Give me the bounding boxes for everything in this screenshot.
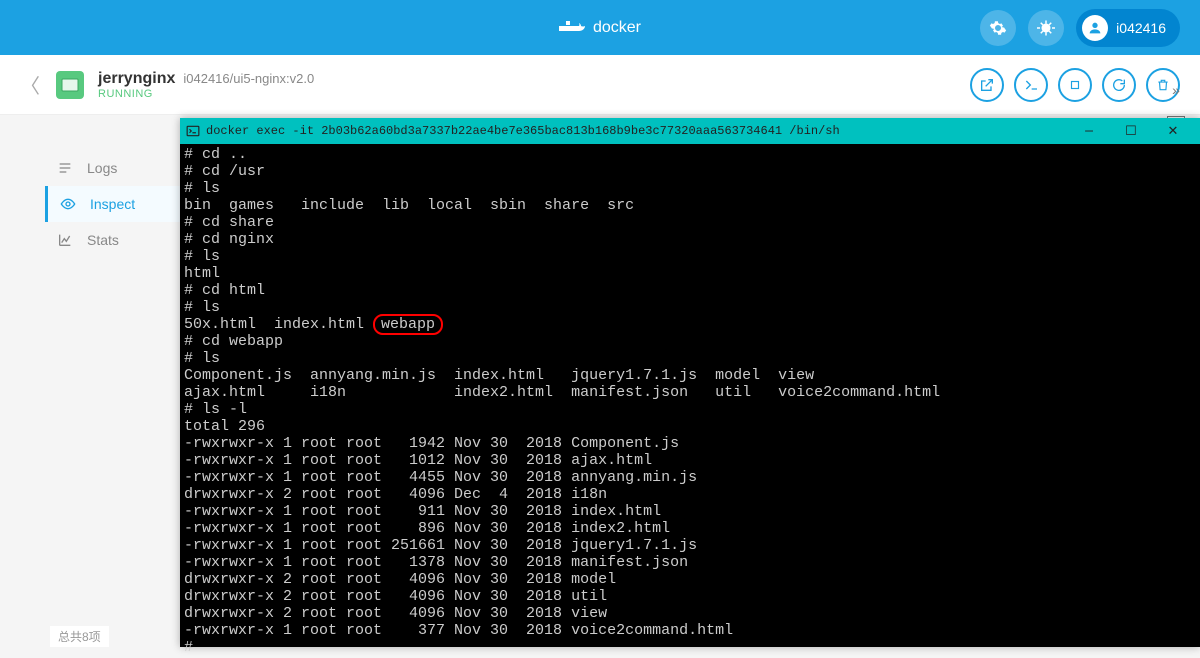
terminal-maximize-button[interactable]: ☐ (1110, 124, 1152, 139)
container-header: 〈 jerrynginx i042416/ui5-nginx:v2.0 RUNN… (0, 55, 1200, 115)
restart-button[interactable] (1102, 68, 1136, 102)
term-line: -rwxrwxr-x 1 root root 1378 Nov 30 2018 … (184, 554, 688, 571)
stop-button[interactable] (1058, 68, 1092, 102)
term-line: -rwxrwxr-x 1 root root 896 Nov 30 2018 i… (184, 520, 670, 537)
term-line: drwxrwxr-x 2 root root 4096 Nov 30 2018 … (184, 605, 607, 622)
terminal-window-controls: ─ ☐ ✕ (1068, 124, 1194, 139)
avatar-icon (1082, 15, 1108, 41)
docker-header: docker i042416 (0, 0, 1200, 55)
open-browser-button[interactable] (970, 68, 1004, 102)
eye-icon (60, 196, 76, 212)
header-actions: i042416 (980, 9, 1180, 47)
term-line: total 296 (184, 418, 265, 435)
cli-button[interactable] (1014, 68, 1048, 102)
status-bar-text: 总共8项 (50, 626, 109, 647)
highlighted-webapp: webapp (373, 314, 443, 335)
brand: docker (559, 18, 641, 38)
container-name: jerrynginx (98, 70, 175, 88)
terminal-window: docker exec -it 2b03b62a60bd3a7337b22ae4… (180, 118, 1200, 647)
nav-stats[interactable]: Stats (45, 222, 185, 258)
container-icon (56, 71, 84, 99)
term-line: html (184, 265, 220, 282)
logs-icon (57, 160, 73, 176)
term-line: -rwxrwxr-x 1 root root 251661 Nov 30 201… (184, 537, 697, 554)
term-line: bin games include lib local sbin share s… (184, 197, 634, 214)
term-line: # ls (184, 350, 220, 367)
chart-icon (57, 232, 73, 248)
sidebar: Logs Inspect Stats (45, 150, 185, 258)
term-line: # (184, 639, 193, 656)
terminal-icon (186, 124, 200, 138)
container-image: i042416/ui5-nginx:v2.0 (183, 71, 314, 86)
nav-inspect-label: Inspect (90, 196, 135, 212)
term-line: 50x.html index.html (184, 316, 373, 333)
title-group: jerrynginx i042416/ui5-nginx:v2.0 RUNNIN… (98, 70, 314, 100)
term-line: -rwxrwxr-x 1 root root 1942 Nov 30 2018 … (184, 435, 679, 452)
settings-icon[interactable] (980, 10, 1016, 46)
nav-logs-label: Logs (87, 160, 117, 176)
bug-icon[interactable] (1028, 10, 1064, 46)
terminal-body[interactable]: # cd .. # cd /usr # ls bin games include… (180, 144, 1200, 658)
back-icon[interactable]: 〈 (20, 70, 40, 99)
term-line: # cd nginx (184, 231, 274, 248)
container-status: RUNNING (98, 88, 314, 100)
term-line: # ls (184, 180, 220, 197)
chevron-right-icon[interactable]: » (1172, 82, 1180, 98)
terminal-titlebar[interactable]: docker exec -it 2b03b62a60bd3a7337b22ae4… (180, 118, 1200, 144)
term-line: -rwxrwxr-x 1 root root 377 Nov 30 2018 v… (184, 622, 733, 639)
term-line: # cd share (184, 214, 274, 231)
term-line: -rwxrwxr-x 1 root root 1012 Nov 30 2018 … (184, 452, 652, 469)
action-bar (970, 68, 1180, 102)
brand-text: docker (593, 19, 641, 37)
term-line: # cd webapp (184, 333, 283, 350)
user-badge[interactable]: i042416 (1076, 9, 1180, 47)
term-line: drwxrwxr-x 2 root root 4096 Dec 4 2018 i… (184, 486, 607, 503)
term-line: drwxrwxr-x 2 root root 4096 Nov 30 2018 … (184, 588, 607, 605)
docker-whale-icon (559, 18, 585, 38)
term-line: drwxrwxr-x 2 root root 4096 Nov 30 2018 … (184, 571, 616, 588)
term-line: ajax.html i18n index2.html manifest.json… (184, 384, 940, 401)
term-line: # ls (184, 299, 220, 316)
nav-stats-label: Stats (87, 232, 119, 248)
nav-logs[interactable]: Logs (45, 150, 185, 186)
term-line: # cd html (184, 282, 265, 299)
terminal-minimize-button[interactable]: ─ (1068, 124, 1110, 139)
term-line: # ls (184, 248, 220, 265)
term-line: Component.js annyang.min.js index.html j… (184, 367, 814, 384)
term-line: # cd .. (184, 146, 247, 163)
term-line: # cd /usr (184, 163, 265, 180)
nav-inspect[interactable]: Inspect (45, 186, 185, 222)
terminal-close-button[interactable]: ✕ (1152, 124, 1194, 139)
term-line: -rwxrwxr-x 1 root root 4455 Nov 30 2018 … (184, 469, 697, 486)
term-line: # ls -l (184, 401, 247, 418)
terminal-title: docker exec -it 2b03b62a60bd3a7337b22ae4… (206, 124, 840, 138)
username: i042416 (1116, 20, 1166, 36)
term-line: -rwxrwxr-x 1 root root 911 Nov 30 2018 i… (184, 503, 661, 520)
